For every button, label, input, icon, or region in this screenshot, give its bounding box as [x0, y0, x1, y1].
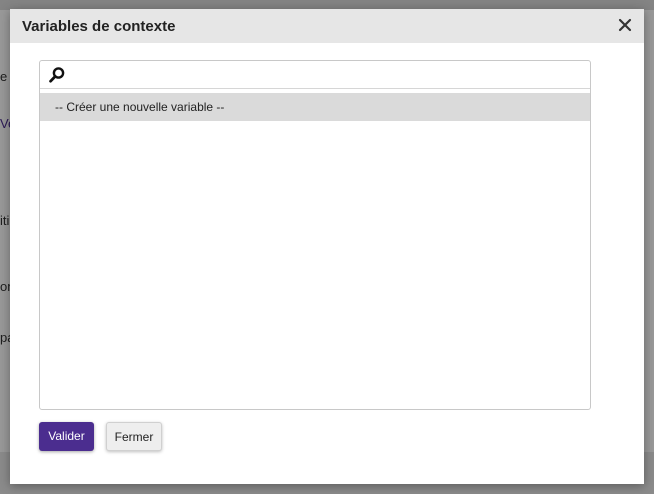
close-button[interactable] — [616, 16, 634, 34]
dialog-title: Variables de contexte — [22, 18, 176, 35]
list-item[interactable]: -- Créer une nouvelle variable -- — [40, 93, 590, 121]
close-dialog-button[interactable]: Fermer — [106, 422, 162, 451]
search-icon — [49, 67, 65, 83]
search-input[interactable] — [70, 63, 582, 85]
search-bar — [40, 61, 590, 89]
variable-list: -- Créer une nouvelle variable -- — [39, 60, 591, 410]
close-icon — [618, 18, 632, 32]
validate-button[interactable]: Valider — [39, 422, 94, 451]
dialog-header: Variables de contexte — [10, 9, 644, 43]
context-variables-dialog: Variables de contexte -- Créer une nouve… — [10, 9, 644, 484]
list-item-label: -- Créer une nouvelle variable -- — [55, 100, 225, 114]
